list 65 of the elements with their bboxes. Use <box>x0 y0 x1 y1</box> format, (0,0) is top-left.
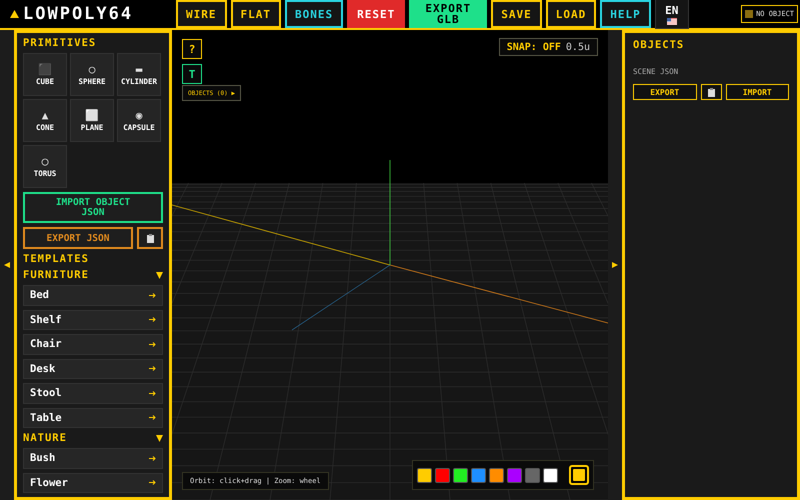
toolbar-button[interactable]: RESET <box>347 0 406 28</box>
color-swatch[interactable] <box>453 468 468 482</box>
template-item[interactable]: Stool <box>23 383 163 404</box>
toolbar-button[interactable]: FLAT <box>230 0 281 28</box>
shape-icon: ▬ <box>136 64 142 74</box>
export-button[interactable]: EXPORT <box>633 84 696 100</box>
shape-icon: ○ <box>88 64 96 74</box>
color-swatch[interactable] <box>489 468 504 482</box>
color-swatch[interactable] <box>507 468 522 482</box>
import-button[interactable]: IMPORT <box>726 84 789 100</box>
current-color-button[interactable] <box>569 465 589 485</box>
clipboard-icon <box>146 234 154 243</box>
shape-icon: ⬛ <box>38 64 52 74</box>
square-icon <box>745 10 754 18</box>
clipboard-button[interactable] <box>700 84 722 100</box>
color-swatch[interactable] <box>543 468 558 482</box>
toolbar-button[interactable]: BONES <box>285 0 344 28</box>
panel-title: OBJECTS <box>633 39 686 51</box>
app-logo: LOWPOLY64 <box>23 4 134 24</box>
color-swatch[interactable] <box>435 468 450 482</box>
right-arrow-icon <box>149 415 156 420</box>
right-arrow-icon <box>149 317 156 322</box>
text-tool-button[interactable]: T <box>182 64 202 84</box>
category-header[interactable]: FURNITURE <box>23 269 163 282</box>
category-header[interactable]: NATURE <box>23 432 163 444</box>
section-title: TEMPLATES <box>23 253 90 266</box>
right-arrow-icon <box>149 342 156 347</box>
flag-icon <box>666 18 677 24</box>
color-swatch[interactable] <box>525 468 540 482</box>
toolbar-button[interactable]: HELP <box>600 0 651 28</box>
triangle-logo-icon <box>10 10 19 18</box>
template-item[interactable]: Chair <box>23 334 163 355</box>
shape-icon: ▲ <box>42 110 48 120</box>
clipboard-icon <box>708 88 714 96</box>
language-button[interactable]: EN <box>654 0 689 29</box>
chevron-icon <box>156 272 163 279</box>
toolbar-button[interactable]: EXPORT GLB <box>409 0 488 28</box>
template-item[interactable]: Bed <box>23 285 163 306</box>
import-json-button[interactable]: IMPORT OBJECT JSON <box>23 192 163 224</box>
shape-icon: ◉ <box>136 110 142 120</box>
help-button[interactable]: ? <box>182 39 202 59</box>
right-arrow-icon <box>149 366 156 372</box>
template-item[interactable]: Shelf <box>23 310 163 330</box>
collapse-left-icon[interactable] <box>4 262 10 268</box>
export-json-button[interactable]: EXPORT JSON <box>23 227 133 250</box>
chevron-icon <box>156 434 163 442</box>
clipboard-button[interactable] <box>137 227 163 250</box>
right-arrow-icon <box>149 480 156 486</box>
template-item[interactable]: Desk <box>23 358 163 380</box>
right-arrow-icon <box>149 456 156 461</box>
shape-icon: ◯ <box>42 156 48 166</box>
right-arrow-icon <box>149 390 156 396</box>
color-swatch[interactable] <box>471 468 486 482</box>
template-item[interactable]: Table <box>23 408 163 428</box>
toolbar-button[interactable]: SAVE <box>491 0 542 28</box>
shape-icon: ⬜ <box>85 110 99 120</box>
toolbar-button[interactable]: WIRE <box>176 0 226 28</box>
right-arrow-icon <box>149 292 156 298</box>
expand-right-icon[interactable] <box>612 262 618 268</box>
template-item[interactable]: Flower <box>23 472 163 493</box>
color-swatch[interactable] <box>417 468 432 482</box>
template-item[interactable]: Bush <box>23 448 163 468</box>
toolbar-button[interactable]: LOAD <box>546 0 596 28</box>
snap-toggle[interactable]: SNAP: OFF 0.5u <box>498 38 598 56</box>
panel-title: PRIMITIVES <box>23 37 98 49</box>
